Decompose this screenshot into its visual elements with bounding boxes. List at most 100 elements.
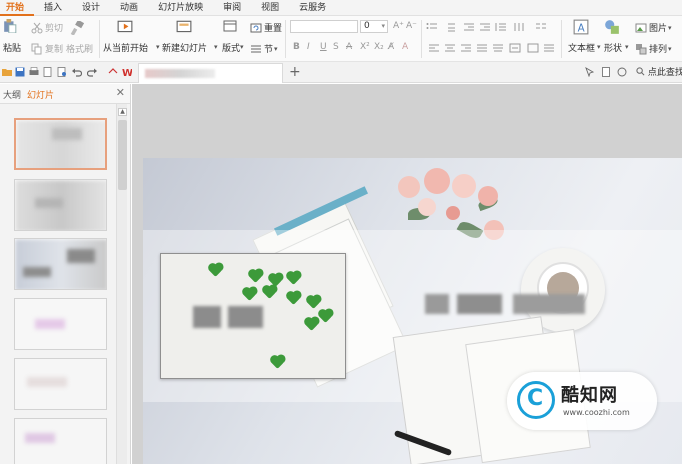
menu-bar: 开始 插入 设计 动画 幻灯片放映 审阅 视图 云服务 [0, 0, 682, 16]
format-painter-button[interactable]: 格式刷 [66, 42, 93, 55]
underline-button[interactable]: U [320, 42, 327, 52]
ribbon-divider [285, 20, 286, 58]
slide-thumbnail[interactable] [14, 418, 107, 464]
heart-icon [305, 318, 318, 331]
tab-design[interactable]: 设计 [72, 0, 110, 16]
arrange-button[interactable]: 排列 ▾ [635, 42, 672, 55]
shadow-button[interactable]: S [333, 42, 339, 52]
ribbon-toolbar: 粘贴 剪切 复制 格式刷 从当前开始 ▾ 新建幻灯片 ▾ 版式 ▾ 重置 节 ▾ [0, 16, 682, 62]
tab-animation[interactable]: 动画 [110, 0, 148, 16]
shrink-font-button[interactable]: A⁻ [406, 21, 417, 31]
shape-button[interactable]: 形状 [604, 19, 622, 54]
find-box[interactable]: 点此查找 [636, 65, 682, 78]
tab-slideshow[interactable]: 幻灯片放映 [148, 0, 213, 16]
tab-outline[interactable]: 大纲 [3, 88, 21, 101]
tab-review[interactable]: 审阅 [213, 0, 251, 16]
layout-button[interactable]: 版式 [222, 19, 240, 54]
bold-button[interactable]: B [293, 42, 300, 52]
watermark-brand: 酷知网 [561, 385, 618, 406]
cut-button[interactable]: 剪切 [31, 21, 63, 34]
vertical-align-icon[interactable] [509, 43, 521, 53]
smartart-icon[interactable] [527, 43, 539, 53]
scroll-up-button[interactable]: ▲ [118, 108, 127, 116]
numbered-list-icon[interactable] [444, 22, 456, 32]
justify-icon[interactable] [476, 43, 488, 53]
undo-icon[interactable] [72, 67, 82, 77]
print-icon[interactable] [29, 67, 39, 77]
distribute-icon[interactable] [492, 43, 504, 53]
document-tab[interactable] [138, 63, 283, 83]
collab-icon[interactable] [617, 67, 627, 77]
align-right-icon[interactable] [460, 43, 472, 53]
font-family-select[interactable] [290, 20, 358, 33]
wps-logo-icon[interactable]: W [122, 67, 132, 77]
quick-access-bar: W + 点此查找 [0, 62, 682, 83]
format-brush-icon-button[interactable] [70, 21, 86, 35]
logo-letter: C [527, 386, 544, 411]
search-icon [636, 67, 645, 76]
svg-text:W: W [122, 68, 132, 77]
paste-label: 粘贴 [3, 44, 22, 54]
slide-thumbnail[interactable] [14, 298, 107, 350]
heart-icon [209, 264, 222, 277]
slide-thumbnail[interactable] [14, 358, 107, 410]
increase-indent-icon[interactable] [479, 22, 491, 32]
tab-home[interactable]: 开始 [0, 0, 35, 16]
document-icon[interactable] [601, 67, 611, 77]
copy-button[interactable]: 复制 [31, 42, 63, 55]
tab-slides[interactable]: 幻灯片 [27, 88, 54, 101]
clear-format-button[interactable]: A̸ [388, 42, 394, 52]
slide-thumbnail[interactable] [14, 179, 107, 231]
new-tab-button[interactable]: + [289, 64, 301, 80]
new-slide-dropdown[interactable]: ▾ [214, 43, 218, 51]
bullet-list-icon[interactable] [426, 22, 438, 32]
shape-dropdown[interactable]: ▾ [625, 43, 629, 51]
text-direction-icon[interactable] [513, 22, 525, 32]
align-left-icon[interactable] [428, 43, 440, 53]
paste-button[interactable]: 粘贴 [3, 19, 21, 54]
grow-font-button[interactable]: A⁺ [393, 21, 404, 31]
tab-view[interactable]: 视图 [251, 0, 289, 16]
tab-cloud[interactable]: 云服务 [289, 0, 336, 16]
layout-dropdown[interactable]: ▾ [240, 43, 244, 51]
slide-title-blurred[interactable] [425, 294, 585, 314]
reset-button[interactable]: 重置 [250, 21, 282, 34]
text-box-button[interactable]: A 文本框 [568, 19, 595, 54]
coozhi-logo-icon: C [517, 381, 555, 419]
close-icon[interactable]: ✕ [116, 86, 125, 99]
inserted-picture[interactable] [160, 253, 346, 379]
font-color-button[interactable]: A [402, 42, 408, 52]
cursor-icon[interactable] [585, 67, 595, 77]
font-size-select[interactable]: 0 ▾ [360, 20, 388, 33]
save-icon[interactable] [15, 67, 25, 77]
customize-quickbar-icon[interactable] [108, 67, 118, 77]
section-label: 节 [264, 45, 274, 55]
from-current-button[interactable]: 从当前开始 [103, 19, 148, 54]
line-spacing-icon[interactable] [495, 22, 507, 32]
scissors-icon [31, 22, 43, 33]
redo-icon[interactable] [87, 67, 97, 77]
paragraph-settings-icon[interactable] [543, 43, 555, 53]
text-box-dropdown[interactable]: ▾ [597, 43, 601, 51]
italic-button[interactable]: I [307, 42, 310, 52]
slide-panel: 大纲 幻灯片 ✕ ▲ [0, 84, 131, 464]
from-current-dropdown[interactable]: ▾ [156, 43, 160, 51]
scrollbar-thumb[interactable] [118, 120, 127, 190]
columns-icon[interactable] [535, 22, 547, 32]
align-center-icon[interactable] [444, 43, 456, 53]
subscript-button[interactable]: X₂ [374, 42, 384, 52]
strikethrough-button[interactable]: A [346, 42, 352, 52]
slide-thumbnail[interactable] [14, 238, 107, 290]
picture-button[interactable]: 图片 ▾ [635, 21, 672, 34]
folder-icon[interactable] [2, 67, 12, 77]
panel-scrollbar[interactable]: ▲ [116, 104, 127, 464]
slide-thumbnail[interactable] [14, 118, 107, 170]
superscript-button[interactable]: X² [360, 42, 370, 52]
decrease-indent-icon[interactable] [463, 22, 475, 32]
export-icon[interactable] [57, 67, 67, 77]
new-slide-button[interactable]: 新建幻灯片 [162, 19, 207, 54]
section-button[interactable]: 节 ▾ [250, 42, 278, 55]
print-preview-icon[interactable] [43, 67, 53, 77]
section-icon [251, 45, 261, 52]
tab-insert[interactable]: 插入 [34, 0, 72, 16]
